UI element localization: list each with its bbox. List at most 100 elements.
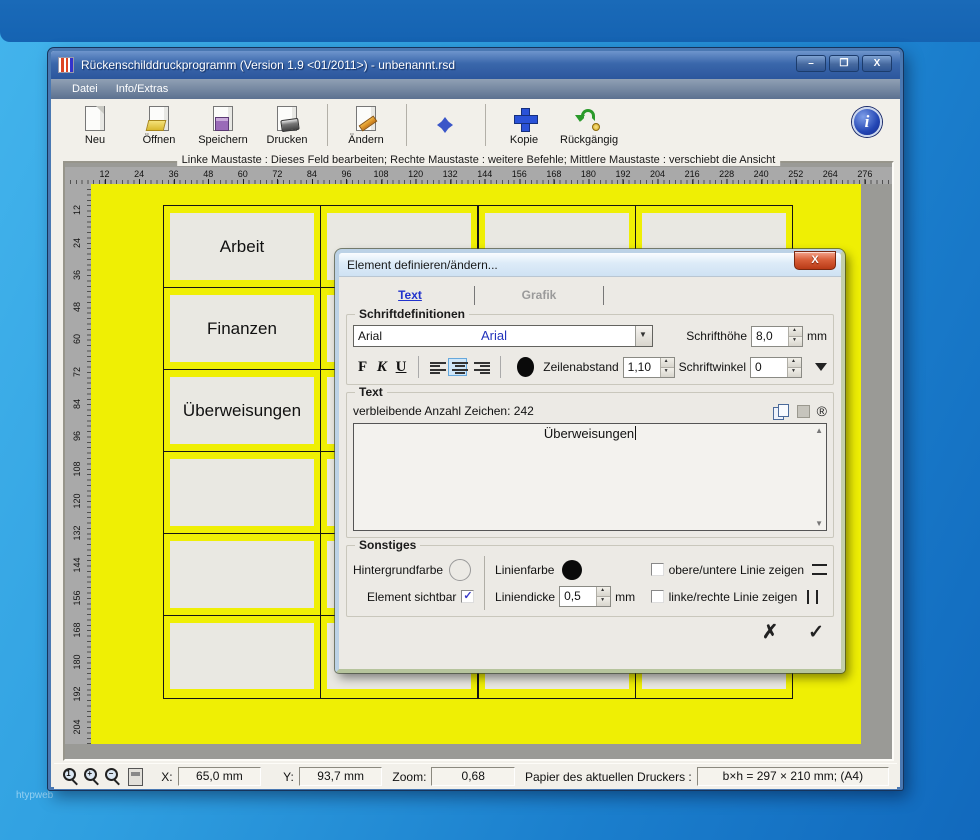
zoom-100-icon[interactable] [62, 767, 79, 786]
align-left-button[interactable] [426, 358, 446, 376]
info-button[interactable]: i [852, 107, 882, 137]
label-cell-überweisungen[interactable]: Überweisungen [170, 377, 314, 444]
font-angle-spinner[interactable]: 0 [750, 356, 803, 378]
statusbar: X: 65,0 mm Y: 93,7 mm Zoom: 0,68 Papier … [54, 763, 897, 789]
spin-down-icon[interactable] [597, 597, 611, 606]
ruler-mark-h-48: 48 [203, 169, 214, 184]
ruler-mark-v-108: 108 [72, 461, 82, 477]
maximize-button[interactable]: ❐ [829, 55, 859, 72]
zoom-value: 0,68 [431, 767, 515, 786]
align-right-button[interactable] [470, 358, 491, 376]
font-color-swatch[interactable] [516, 357, 535, 377]
spin-up-icon[interactable] [597, 587, 611, 597]
label-column-1: Arbeit Finanzen Überweisungen [163, 205, 321, 699]
navigieren-button[interactable] [417, 111, 473, 140]
toolbar-separator [327, 104, 328, 146]
scroll-up-icon[interactable]: ▲ [815, 426, 823, 435]
ok-button[interactable]: ✓ [808, 621, 824, 644]
tab-grafik[interactable]: Grafik [475, 285, 603, 305]
font-family-combobox[interactable]: Arial Arial [353, 325, 653, 347]
rueckgaengig-button[interactable]: Rückgängig [560, 105, 618, 146]
menu-item-info-extras[interactable]: Info/Extras [107, 81, 178, 97]
left-right-lines-icon [807, 589, 819, 604]
registered-symbol-button[interactable]: ® [817, 403, 827, 419]
font-name-preview: Arial [480, 328, 507, 343]
ruler-mark-h-96: 96 [341, 169, 352, 184]
left-right-line-checkbox[interactable] [650, 590, 664, 603]
minimize-button[interactable]: – [796, 55, 826, 72]
ruler-mark-h-84: 84 [306, 169, 317, 184]
label-cell-arbeit[interactable]: Arbeit [170, 213, 314, 280]
top-bottom-line-checkbox[interactable] [650, 563, 664, 576]
aendern-button[interactable]: Ändern [338, 105, 394, 146]
desktop-top-band [0, 0, 980, 42]
ruler-mark-h-132: 132 [442, 169, 458, 184]
combo-dropdown-icon[interactable] [635, 326, 652, 346]
ruler-mark-h-108: 108 [373, 169, 389, 184]
element-visible-checkbox[interactable] [461, 589, 475, 603]
spin-up-icon[interactable] [788, 357, 802, 368]
scroll-down-icon[interactable]: ▼ [815, 519, 823, 528]
line-spacing-label: Zeilenabstand [543, 360, 619, 374]
oeffnen-label: Öffnen [142, 133, 176, 146]
zoom-in-icon[interactable] [83, 767, 100, 786]
line-color-swatch[interactable] [562, 559, 583, 580]
line-width-label: Liniendicke [495, 589, 556, 604]
ruler-mark-h-216: 216 [684, 169, 700, 184]
neu-button[interactable]: Neu [67, 105, 123, 146]
speichern-button[interactable]: Speichern [195, 105, 251, 146]
bold-button[interactable]: F [353, 359, 372, 376]
ruler-mark-h-180: 180 [580, 169, 596, 184]
text-group-legend: Text [355, 385, 387, 399]
menu-item-datei[interactable]: Datei [63, 81, 107, 97]
spin-down-icon[interactable] [660, 367, 674, 377]
label-cell[interactable] [170, 459, 314, 526]
zoom-out-icon[interactable] [104, 767, 121, 786]
ruler-mark-v-132: 132 [72, 525, 82, 541]
dialog-titlebar[interactable]: Element definieren/ändern... X [339, 251, 841, 277]
align-center-icon [452, 362, 468, 374]
label-cell[interactable] [170, 541, 314, 608]
italic-button[interactable]: K [372, 359, 391, 376]
text-cursor [635, 426, 637, 440]
label-text-input[interactable]: Überweisungen ▲ ▼ [353, 423, 827, 531]
background-color-swatch[interactable] [449, 558, 472, 581]
kopie-button[interactable]: Kopie [496, 105, 552, 146]
open-folder-icon [145, 105, 173, 133]
ruler-mark-h-72: 72 [272, 169, 283, 184]
left-right-line-label: linke/rechte Linie zeigen [668, 589, 798, 604]
dialog-tabs: Text Grafik [346, 283, 834, 307]
line-width-spinner[interactable]: 0,5 [559, 586, 612, 607]
drucken-button[interactable]: Drucken [259, 105, 315, 146]
oeffnen-button[interactable]: Öffnen [131, 105, 187, 146]
background-color-label: Hintergrundfarbe [353, 562, 444, 577]
ruler-mark-h-192: 192 [615, 169, 631, 184]
line-spacing-spinner[interactable]: 1,10 [622, 356, 675, 378]
cancel-button[interactable]: ✗ [762, 621, 778, 644]
paste-icon [796, 404, 810, 418]
page-setup-icon[interactable] [127, 767, 144, 786]
ruler-mark-h-60: 60 [237, 169, 248, 184]
desktop-watermark: htypweb [16, 790, 54, 801]
spin-down-icon[interactable] [789, 336, 802, 346]
more-options-arrow-icon[interactable] [815, 363, 828, 377]
ruler-mark-v-96: 96 [72, 431, 82, 442]
close-button[interactable]: X [862, 55, 892, 72]
misc-group: Sonstiges Hintergrundfarbe Element sicht… [346, 538, 834, 617]
toolbar-separator [406, 104, 407, 146]
separator [417, 356, 419, 378]
spin-down-icon[interactable] [788, 367, 802, 377]
window-titlebar[interactable]: Rückenschilddruckprogramm (Version 1.9 <… [51, 51, 900, 79]
align-center-button[interactable] [448, 358, 468, 376]
label-cell[interactable] [170, 623, 314, 689]
spin-up-icon[interactable] [789, 326, 802, 337]
label-cell-finanzen[interactable]: Finanzen [170, 295, 314, 362]
font-height-spinner[interactable]: 8,0 [751, 325, 803, 347]
kopie-label: Kopie [509, 133, 539, 146]
line-spacing-value: 1,10 [627, 359, 652, 374]
tab-text[interactable]: Text [346, 285, 474, 305]
underline-button[interactable]: U [391, 359, 410, 376]
spin-up-icon[interactable] [660, 357, 674, 368]
dialog-close-button[interactable]: X [794, 251, 836, 270]
copy-icon[interactable] [772, 403, 790, 420]
